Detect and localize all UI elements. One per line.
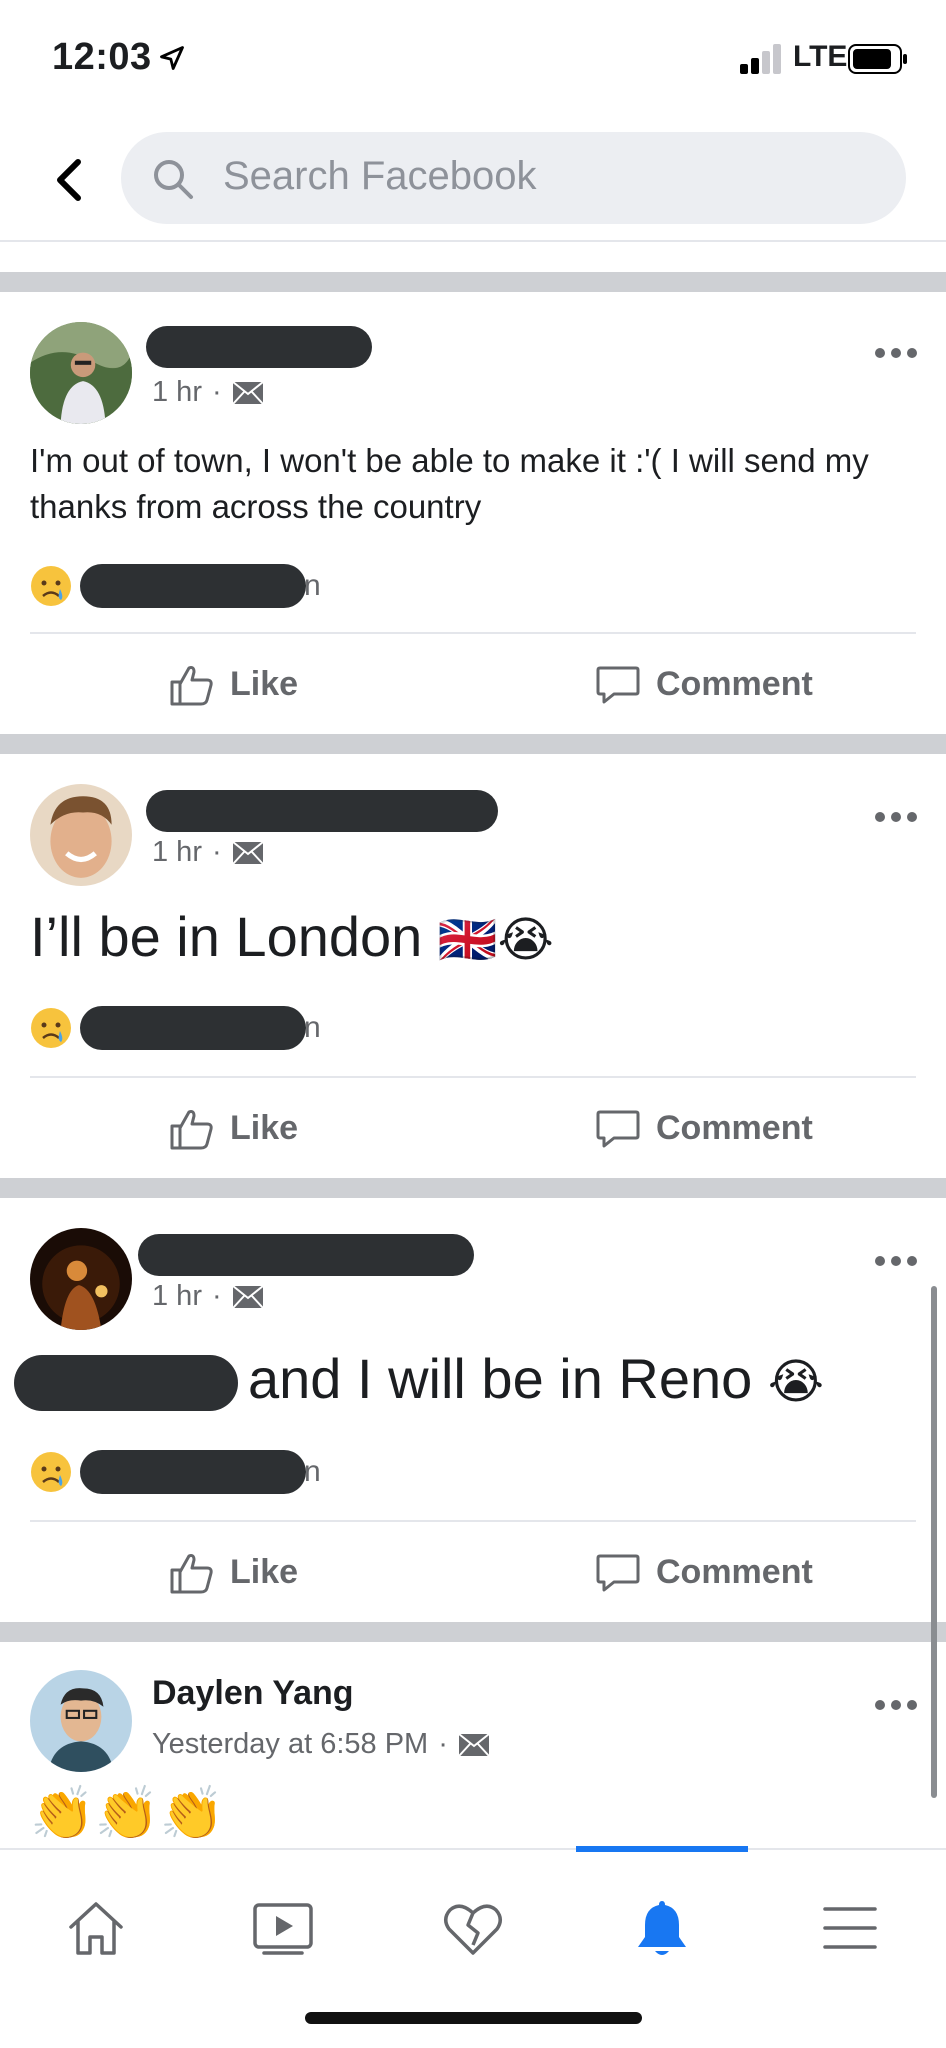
sad-face-icon: [31, 1452, 71, 1492]
more-options-icon[interactable]: [874, 346, 918, 360]
messenger-icon: [231, 380, 264, 405]
battery-icon: [848, 44, 907, 74]
search-icon: [154, 160, 193, 199]
reaction-text-tail: n: [304, 569, 321, 602]
comment-button[interactable]: Comment: [594, 1104, 813, 1152]
status-bar: 12:03 LTE: [0, 0, 946, 120]
mention-redaction: [14, 1355, 238, 1412]
notification-post[interactable]: 1 hr · and I will be in Reno 😭 n Like Com: [0, 1198, 946, 1622]
status-time: 12:03: [52, 36, 152, 78]
watch-icon: [253, 1903, 313, 1955]
avatar[interactable]: [30, 322, 132, 424]
tab-notifications[interactable]: [602, 1878, 722, 1978]
thumbs-up-icon: [170, 1110, 213, 1150]
messenger-icon: [231, 1284, 264, 1309]
reaction-text-tail: n: [304, 1455, 321, 1488]
home-indicator[interactable]: [305, 2012, 642, 2024]
reactions-row[interactable]: n: [30, 1450, 321, 1494]
avatar[interactable]: [30, 1228, 132, 1330]
notification-post[interactable]: Daylen Yang Yesterday at 6:58 PM · 👏👏👏: [0, 1642, 946, 1848]
reactor-redaction: [80, 1006, 306, 1050]
post-text: and I will be in Reno 😭: [14, 1344, 824, 1418]
tab-dating[interactable]: [413, 1878, 533, 1978]
messenger-icon: [231, 840, 264, 865]
post-time: 1 hr ·: [152, 1280, 264, 1313]
like-button[interactable]: Like: [168, 660, 298, 708]
like-button[interactable]: Like: [168, 1104, 298, 1152]
active-tab-indicator: [576, 1846, 748, 1852]
like-button[interactable]: Like: [168, 1548, 298, 1596]
feed-divider: [0, 1178, 946, 1198]
post-text: I’ll be in London 🇬🇧😭: [30, 905, 554, 968]
thumbs-up-icon: [170, 1554, 213, 1594]
more-options-icon[interactable]: [874, 810, 918, 824]
feed-divider: [0, 1622, 946, 1642]
comment-button[interactable]: Comment: [594, 660, 813, 708]
reactor-redaction: [80, 564, 306, 608]
feed-divider: [0, 272, 946, 292]
back-button[interactable]: [44, 148, 94, 212]
sad-face-icon: [31, 1008, 71, 1048]
comment-icon: [596, 1110, 640, 1148]
notifications-icon: [638, 1901, 686, 1955]
reactions-row[interactable]: n: [30, 564, 321, 608]
post-separator: [30, 632, 916, 634]
poster-name[interactable]: Daylen Yang: [152, 1674, 354, 1713]
post-text: 👏👏👏: [30, 1785, 225, 1843]
tab-watch[interactable]: [223, 1878, 343, 1978]
tab-menu[interactable]: [790, 1878, 910, 1978]
network-label: LTE: [793, 40, 848, 73]
post-time: Yesterday at 6:58 PM ·: [152, 1728, 490, 1761]
avatar[interactable]: [30, 1670, 132, 1772]
messenger-icon: [458, 1732, 490, 1757]
reactions-row[interactable]: n: [30, 1006, 321, 1050]
location-arrow-icon: [160, 46, 184, 70]
reactor-redaction: [80, 1450, 306, 1494]
scrollbar[interactable]: [931, 1286, 937, 1798]
name-redaction: [146, 790, 498, 832]
search-header: Search Facebook: [0, 120, 946, 242]
thumbs-up-icon: [170, 666, 213, 706]
post-separator: [30, 1520, 916, 1522]
sad-face-icon: [31, 566, 71, 606]
avatar[interactable]: [30, 784, 132, 886]
post-text: I'm out of town, I won't be able to make…: [30, 442, 869, 525]
post-time: 1 hr ·: [152, 376, 264, 409]
signal-bars-icon: [740, 44, 781, 74]
post-time: 1 hr ·: [152, 836, 264, 869]
name-redaction: [146, 326, 372, 368]
menu-icon: [823, 1907, 877, 1949]
more-options-icon[interactable]: [874, 1698, 918, 1712]
post-emojis: 😭: [767, 1356, 824, 1409]
notification-post[interactable]: 1 hr · I’ll be in London 🇬🇧😭 n Like Comm…: [0, 754, 946, 1178]
dating-icon: [444, 1904, 502, 1955]
name-redaction: [138, 1234, 474, 1276]
more-options-icon[interactable]: [874, 1254, 918, 1268]
tab-home[interactable]: [36, 1878, 156, 1978]
search-input[interactable]: Search Facebook: [121, 132, 906, 224]
post-emojis: 🇬🇧😭: [437, 914, 554, 967]
comment-icon: [596, 1554, 640, 1592]
home-icon: [69, 1902, 123, 1955]
search-placeholder: Search Facebook: [223, 154, 537, 198]
chevron-left-icon: [57, 159, 81, 201]
comment-icon: [596, 666, 640, 704]
reaction-text-tail: n: [304, 1011, 321, 1044]
comment-button[interactable]: Comment: [594, 1548, 813, 1596]
notification-post[interactable]: 1 hr · I'm out of town, I won't be able t…: [0, 292, 946, 734]
post-separator: [30, 1076, 916, 1078]
feed-divider: [0, 734, 946, 754]
